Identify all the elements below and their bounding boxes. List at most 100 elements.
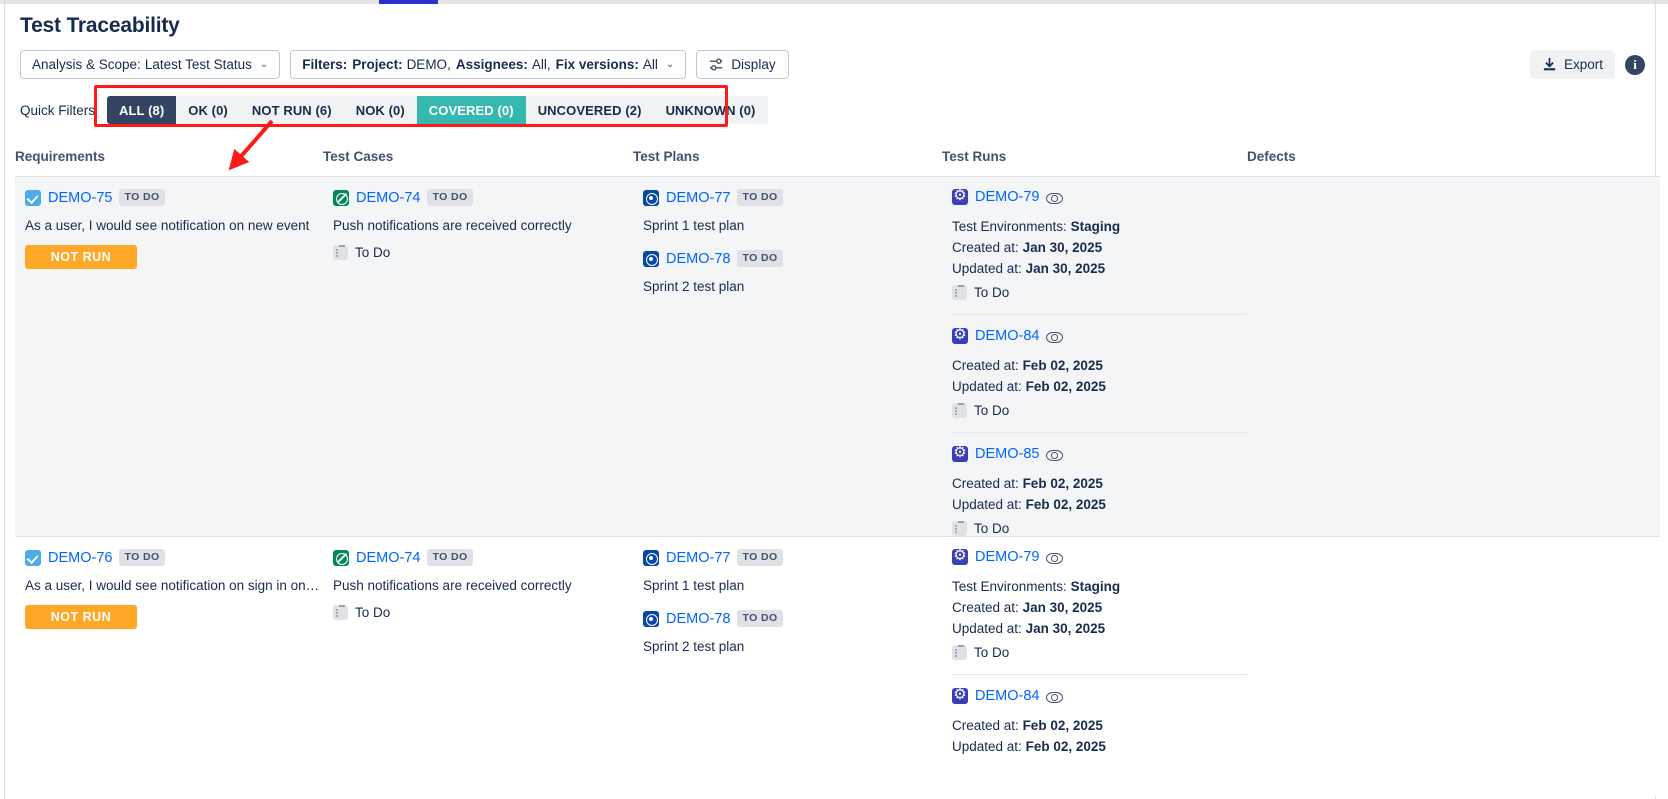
column-header-test-runs: Test Runs bbox=[942, 149, 1247, 164]
quick-filter-covered[interactable]: COVERED (0) bbox=[417, 96, 526, 124]
test-icon bbox=[333, 190, 349, 206]
test-run-workflow-status-label: To Do bbox=[974, 285, 1009, 300]
test-run-issue-line: DEMO-84 bbox=[952, 328, 1247, 344]
test-run-updated-value: Jan 30, 2025 bbox=[1026, 261, 1106, 276]
display-button-label: Display bbox=[731, 57, 775, 72]
quick-filter-ok[interactable]: OK (0) bbox=[176, 96, 240, 124]
test-run-issue-line: DEMO-84 bbox=[952, 688, 1247, 704]
test-run-created: Created at: Feb 02, 2025 bbox=[952, 473, 1247, 494]
test-plan-issue-line: DEMO-77 TO DO bbox=[643, 189, 932, 206]
eye-icon[interactable] bbox=[1046, 447, 1061, 462]
info-icon[interactable]: i bbox=[1625, 55, 1645, 75]
test-run-created-value: Feb 02, 2025 bbox=[1023, 476, 1103, 491]
test-plan-summary: Sprint 2 test plan bbox=[643, 278, 932, 295]
test-run-workflow-status-label: To Do bbox=[974, 403, 1009, 418]
table-row: DEMO-76 TO DO As a user, I would see not… bbox=[15, 536, 1660, 796]
eye-icon[interactable] bbox=[1046, 190, 1061, 205]
test-run-updated-value: Feb 02, 2025 bbox=[1026, 739, 1106, 754]
test-run-environments-label: Test Environments: bbox=[952, 579, 1067, 594]
eye-icon[interactable] bbox=[1046, 329, 1061, 344]
test-plan-issue-line: DEMO-77 TO DO bbox=[643, 549, 932, 566]
test-run-created-label: Created at: bbox=[952, 240, 1019, 255]
test-plan-issue-line: DEMO-78 TO DO bbox=[643, 610, 932, 627]
requirement-coverage-badge: NOT RUN bbox=[25, 245, 137, 269]
test-run-issue-key[interactable]: DEMO-79 bbox=[975, 189, 1039, 205]
filters-assignees-value: All, bbox=[532, 57, 551, 72]
test-run-created: Created at: Feb 02, 2025 bbox=[952, 355, 1247, 376]
test-run-issue-key[interactable]: DEMO-79 bbox=[975, 549, 1039, 565]
test-run-workflow-status: To Do bbox=[952, 645, 1247, 660]
test-plan-issue-line: DEMO-78 TO DO bbox=[643, 250, 932, 267]
cell-defects bbox=[1247, 177, 1660, 536]
requirement-status-lozenge: TO DO bbox=[119, 549, 164, 566]
quick-filters-row: Quick Filters ALL (8) OK (0) NOT RUN (6)… bbox=[20, 96, 768, 124]
test-run-updated-value: Feb 02, 2025 bbox=[1026, 497, 1106, 512]
test-plan-issue-key[interactable]: DEMO-77 bbox=[666, 190, 730, 206]
test-run-updated-value: Feb 02, 2025 bbox=[1026, 379, 1106, 394]
quick-filter-all[interactable]: ALL (8) bbox=[107, 96, 176, 124]
test-case-workflow-status-label: To Do bbox=[355, 605, 390, 620]
test-run-icon bbox=[952, 549, 968, 565]
test-plan-issue-key[interactable]: DEMO-78 bbox=[666, 611, 730, 627]
requirement-issue-line: DEMO-75 TO DO bbox=[25, 189, 313, 206]
column-header-test-cases: Test Cases bbox=[323, 149, 633, 164]
test-run-environments: Test Environments: Staging bbox=[952, 216, 1247, 237]
test-case-workflow-status: To Do bbox=[333, 605, 623, 620]
quick-filter-uncovered[interactable]: UNCOVERED (2) bbox=[526, 96, 654, 124]
test-case-summary: Push notifications are received correctl… bbox=[333, 217, 623, 234]
test-run-issue-key[interactable]: DEMO-84 bbox=[975, 688, 1039, 704]
test-run-updated-label: Updated at: bbox=[952, 261, 1022, 276]
test-run-workflow-status-label: To Do bbox=[974, 645, 1009, 660]
cell-defects bbox=[1247, 537, 1660, 796]
analysis-scope-value: Latest Test Status bbox=[145, 57, 252, 72]
test-run-updated: Updated at: Feb 02, 2025 bbox=[952, 376, 1247, 397]
test-plan-status-lozenge: TO DO bbox=[737, 250, 782, 267]
test-run-created-label: Created at: bbox=[952, 600, 1019, 615]
test-case-issue-line: DEMO-74 TO DO bbox=[333, 549, 623, 566]
test-run-created: Created at: Jan 30, 2025 bbox=[952, 597, 1247, 618]
test-plan-summary: Sprint 1 test plan bbox=[643, 577, 932, 594]
display-button[interactable]: Display bbox=[696, 50, 788, 79]
filters-project-value: DEMO, bbox=[407, 57, 451, 72]
download-icon bbox=[1542, 57, 1557, 72]
requirement-coverage-badge: NOT RUN bbox=[25, 605, 137, 629]
test-plan-icon bbox=[643, 190, 659, 206]
test-run-created-value: Jan 30, 2025 bbox=[1023, 240, 1103, 255]
test-run-entry: DEMO-85 Created at: Feb 02, 2025 Updated… bbox=[952, 432, 1247, 536]
quick-filter-unknown[interactable]: UNKNOWN (0) bbox=[654, 96, 768, 124]
test-plan-issue-key[interactable]: DEMO-78 bbox=[666, 251, 730, 267]
test-run-updated-label: Updated at: bbox=[952, 739, 1022, 754]
filters-dropdown[interactable]: Filters: Project: DEMO, Assignees: All, … bbox=[290, 50, 686, 79]
export-button[interactable]: Export bbox=[1530, 50, 1615, 79]
test-plan-issue-key[interactable]: DEMO-77 bbox=[666, 550, 730, 566]
test-run-issue-key[interactable]: DEMO-85 bbox=[975, 446, 1039, 462]
quick-filter-not-run[interactable]: NOT RUN (6) bbox=[240, 96, 344, 124]
quick-filters-label: Quick Filters bbox=[20, 103, 95, 118]
eye-icon[interactable] bbox=[1046, 550, 1061, 565]
quick-filter-nok[interactable]: NOK (0) bbox=[344, 96, 417, 124]
table-row: DEMO-75 TO DO As a user, I would see not… bbox=[15, 176, 1660, 536]
analysis-scope-label: Analysis & Scope: bbox=[32, 57, 141, 72]
test-run-created-label: Created at: bbox=[952, 718, 1019, 733]
test-run-issue-key[interactable]: DEMO-84 bbox=[975, 328, 1039, 344]
eye-icon[interactable] bbox=[1046, 689, 1061, 704]
test-plan-status-lozenge: TO DO bbox=[737, 610, 782, 627]
test-run-entry: DEMO-79 Test Environments: Staging Creat… bbox=[952, 189, 1247, 314]
test-run-workflow-status: To Do bbox=[952, 403, 1247, 418]
cell-test-plans: DEMO-77 TO DO Sprint 1 test plan DEMO-78… bbox=[633, 177, 942, 536]
test-run-updated-label: Updated at: bbox=[952, 621, 1022, 636]
test-run-icon bbox=[952, 688, 968, 704]
cell-requirements: DEMO-75 TO DO As a user, I would see not… bbox=[15, 177, 323, 536]
test-case-issue-line: DEMO-74 TO DO bbox=[333, 189, 623, 206]
test-case-issue-key[interactable]: DEMO-74 bbox=[356, 550, 420, 566]
column-header-defects: Defects bbox=[1247, 149, 1660, 164]
requirement-issue-key[interactable]: DEMO-76 bbox=[48, 550, 112, 566]
cell-test-cases: DEMO-74 TO DO Push notifications are rec… bbox=[323, 537, 633, 796]
analysis-scope-dropdown[interactable]: Analysis & Scope: Latest Test Status ⌄ bbox=[20, 50, 280, 79]
cell-test-runs: DEMO-79 Test Environments: Staging Creat… bbox=[942, 537, 1247, 796]
page-title: Test Traceability bbox=[20, 14, 180, 38]
story-icon bbox=[25, 550, 41, 566]
test-plan-summary: Sprint 2 test plan bbox=[643, 638, 932, 655]
requirement-issue-key[interactable]: DEMO-75 bbox=[48, 190, 112, 206]
test-case-issue-key[interactable]: DEMO-74 bbox=[356, 190, 420, 206]
